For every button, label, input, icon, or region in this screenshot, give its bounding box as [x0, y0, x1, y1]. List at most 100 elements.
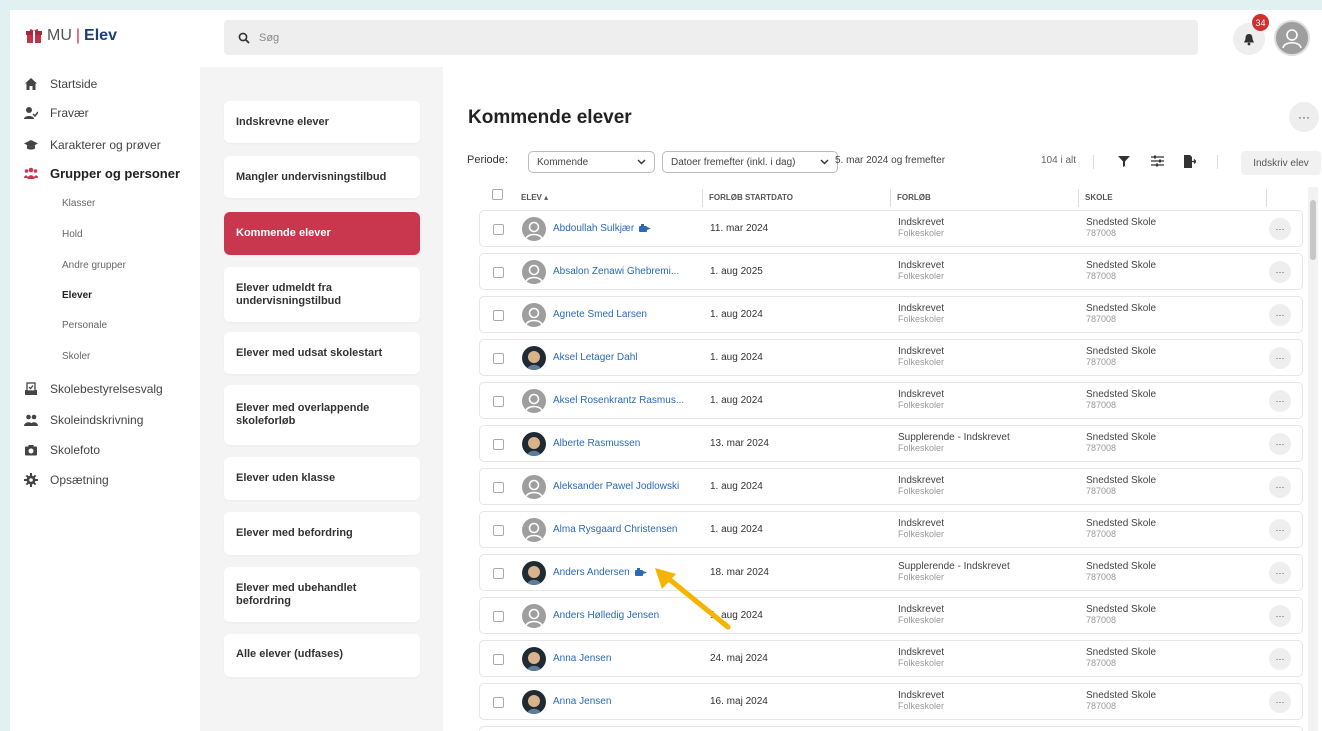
- table-row[interactable]: Anders Andersen 18. mar 2024 Supplerende -…: [479, 554, 1303, 591]
- table-row[interactable]: Anders Hølledig Jensen 1. aug 2024 Indskre…: [479, 597, 1303, 634]
- row-more-button[interactable]: ···: [1269, 476, 1291, 498]
- table-row[interactable]: Anna Jensen 16. maj 2024 Indskrevet Folkesk…: [479, 683, 1303, 720]
- select-all-checkbox[interactable]: [492, 189, 503, 207]
- date-filter-select[interactable]: Datoer fremefter (inkl. i dag): [662, 151, 838, 173]
- row-more-button[interactable]: ···: [1269, 390, 1291, 412]
- nav-item-startside[interactable]: Startside: [24, 74, 97, 94]
- student-name-link[interactable]: Aleksander Pawel Jodlowski: [553, 481, 679, 492]
- row-checkbox[interactable]: [493, 611, 504, 622]
- app-logo[interactable]: MU | Elev: [26, 27, 117, 45]
- page-more-button[interactable]: ···: [1289, 102, 1319, 132]
- table-row[interactable]: IndskrevetSnedsted Skole···: [479, 726, 1303, 731]
- table-row[interactable]: Aksel Letager Dahl 1. aug 2024 Indskrevet F…: [479, 339, 1303, 376]
- indskriv-elev-button[interactable]: Indskriv elev: [1241, 151, 1321, 175]
- nav-sub-elever[interactable]: Elever: [62, 288, 92, 304]
- row-checkbox[interactable]: [493, 482, 504, 493]
- forlob-cell: Indskrevet Folkeskoler: [898, 475, 944, 497]
- category-kommende[interactable]: Kommende elever: [224, 212, 420, 255]
- nav-item-fravaer[interactable]: Fravær: [24, 103, 89, 123]
- category-mangler[interactable]: Mangler undervisningstilbud: [224, 156, 420, 198]
- student-name-link[interactable]: Absalon Zenawi Ghebremi...: [553, 266, 679, 277]
- category-uden-klasse[interactable]: Elever uden klasse: [224, 457, 420, 500]
- student-name-link[interactable]: Aksel Letager Dahl: [553, 352, 638, 363]
- row-more-button[interactable]: ···: [1269, 261, 1291, 283]
- user-icon: [525, 608, 543, 627]
- student-name-link[interactable]: Anna Jensen: [553, 696, 611, 707]
- row-checkbox[interactable]: [493, 654, 504, 665]
- row-more-button[interactable]: ···: [1269, 605, 1291, 627]
- table-row[interactable]: Alberte Rasmussen 13. mar 2024 Supplerende…: [479, 425, 1303, 462]
- search-input[interactable]: Søg: [224, 20, 1198, 55]
- nav-item-skolefoto[interactable]: Skolefoto: [24, 440, 100, 460]
- student-avatar: [522, 475, 546, 499]
- student-name-link[interactable]: Aksel Rosenkrantz Rasmus...: [553, 395, 684, 406]
- sliders-icon[interactable]: [1149, 153, 1165, 169]
- nav-item-opsaetning[interactable]: Opsætning: [24, 470, 109, 490]
- col-header-skole[interactable]: SKOLE: [1078, 189, 1113, 207]
- forlob-cell: Supplerende - Indskrevet Folkeskoler: [898, 432, 1010, 454]
- category-udmeldt[interactable]: Elever udmeldt fra undervisningstilbud: [224, 267, 420, 322]
- nav-item-grupper[interactable]: Grupper og personer: [24, 163, 180, 183]
- table-row[interactable]: Aksel Rosenkrantz Rasmus... 1. aug 2024 In…: [479, 382, 1303, 419]
- student-name-link[interactable]: Anna Jensen: [553, 653, 611, 664]
- category-ubehandlet-befordring[interactable]: Elever med ubehandlet befordring: [224, 567, 420, 622]
- forlob-cell: Indskrevet Folkeskoler: [898, 217, 944, 239]
- export-icon[interactable]: [1181, 153, 1197, 169]
- row-checkbox[interactable]: [493, 697, 504, 708]
- nav-sub-personale[interactable]: Personale: [62, 318, 107, 334]
- student-name-link[interactable]: Anders Andersen: [553, 567, 647, 578]
- row-more-button[interactable]: ···: [1269, 648, 1291, 670]
- col-header-startdato[interactable]: FORLØB STARTDATO: [702, 189, 793, 207]
- row-checkbox[interactable]: [493, 439, 504, 450]
- student-name-link[interactable]: Anders Hølledig Jensen: [553, 610, 659, 621]
- nav-sub-klasser[interactable]: Klasser: [62, 196, 95, 212]
- filter-icon[interactable]: [1116, 153, 1132, 169]
- category-alle[interactable]: Alle elever (udfases): [224, 634, 420, 677]
- row-checkbox[interactable]: [493, 353, 504, 364]
- row-more-button[interactable]: ···: [1269, 562, 1291, 584]
- row-more-button[interactable]: ···: [1269, 218, 1291, 240]
- row-checkbox[interactable]: [493, 224, 504, 235]
- row-checkbox[interactable]: [493, 396, 504, 407]
- scrollbar-thumb[interactable]: [1310, 200, 1316, 260]
- forlob-type: Folkeskoler: [898, 529, 945, 539]
- row-more-button[interactable]: ···: [1269, 347, 1291, 369]
- col-header-forlob[interactable]: FORLØB: [890, 189, 931, 207]
- category-indskrevne[interactable]: Indskrevne elever: [224, 101, 420, 143]
- student-avatar: [522, 346, 546, 370]
- periode-select[interactable]: Kommende: [528, 151, 655, 173]
- student-name-link[interactable]: Agnete Smed Larsen: [553, 309, 647, 320]
- category-befordring[interactable]: Elever med befordring: [224, 512, 420, 555]
- user-avatar[interactable]: [1274, 20, 1310, 56]
- table-row[interactable]: Aleksander Pawel Jodlowski 1. aug 2024 Ind…: [479, 468, 1303, 505]
- row-checkbox[interactable]: [493, 310, 504, 321]
- nav-item-skoleindskrivning[interactable]: Skoleindskrivning: [24, 410, 143, 430]
- nav-sub-andre-grupper[interactable]: Andre grupper: [62, 258, 126, 274]
- table-row[interactable]: Anna Jensen 24. maj 2024 Indskrevet Folkesk…: [479, 640, 1303, 677]
- row-more-button[interactable]: ···: [1269, 691, 1291, 713]
- nav-item-skolebestyrelsesvalg[interactable]: Skolebestyrelsesvalg: [24, 379, 163, 399]
- table-row[interactable]: Absalon Zenawi Ghebremi... 1. aug 2025 Ind…: [479, 253, 1303, 290]
- user-icon: [525, 522, 543, 541]
- student-name-link[interactable]: Alma Rysgaard Christensen: [553, 524, 678, 535]
- row-checkbox[interactable]: [493, 267, 504, 278]
- student-name-link[interactable]: Alberte Rasmussen: [553, 438, 640, 449]
- nav-sub-hold[interactable]: Hold: [62, 227, 83, 243]
- student-name-link[interactable]: Abdoullah Sulkjær: [553, 223, 652, 234]
- row-more-button[interactable]: ···: [1269, 304, 1291, 326]
- table-row[interactable]: Agnete Smed Larsen 1. aug 2024 Indskrevet F…: [479, 296, 1303, 333]
- row-checkbox[interactable]: [493, 525, 504, 536]
- scrollbar-track[interactable]: [1308, 187, 1318, 731]
- row-more-button[interactable]: ···: [1269, 519, 1291, 541]
- table-row[interactable]: Alma Rysgaard Christensen 1. aug 2024 Inds…: [479, 511, 1303, 548]
- category-overlappende[interactable]: Elever med overlappende skoleforløb: [224, 385, 420, 445]
- logo-elev: Elev: [84, 27, 117, 44]
- nav-sub-skoler[interactable]: Skoler: [62, 349, 90, 365]
- category-udsat[interactable]: Elever med udsat skolestart: [224, 332, 420, 374]
- table-row[interactable]: Abdoullah Sulkjær 11. mar 2024 Indskrevet F…: [479, 210, 1303, 247]
- forlob-type: Folkeskoler: [898, 486, 945, 496]
- row-checkbox[interactable]: [493, 568, 504, 579]
- nav-item-karakterer[interactable]: Karakterer og prøver: [24, 135, 161, 155]
- row-more-button[interactable]: ···: [1269, 433, 1291, 455]
- col-header-elev[interactable]: ELEV ▴: [521, 189, 548, 207]
